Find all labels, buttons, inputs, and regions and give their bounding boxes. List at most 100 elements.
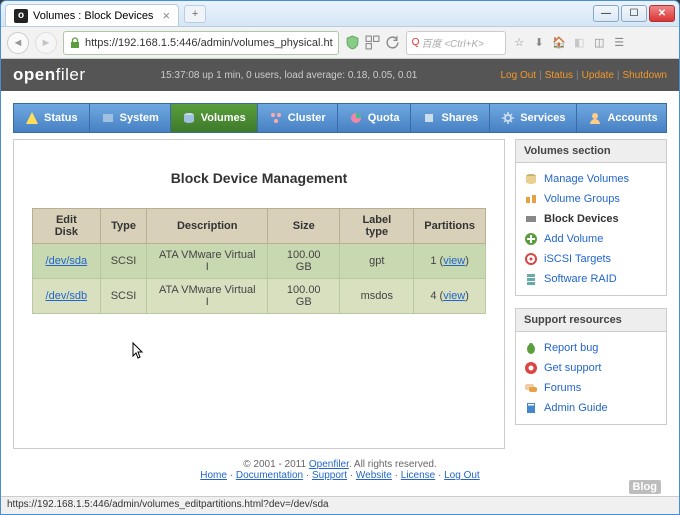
browser-titlebar: o Volumes : Block Devices × + — ☐ ✕ (1, 1, 679, 27)
volumes-icon (182, 111, 196, 125)
main-nav: Status System Volumes Cluster Quota Shar… (13, 103, 667, 133)
tab-title: Volumes : Block Devices (33, 10, 153, 22)
qr-icon[interactable] (365, 35, 380, 50)
sidebar-item-manage-volumes[interactable]: Manage Volumes (524, 169, 658, 189)
tab-quota[interactable]: Quota (338, 104, 412, 132)
col-size: Size (268, 209, 340, 244)
sidebar-item-iscsi-targets[interactable]: iSCSI Targets (524, 249, 658, 269)
footer-website-link[interactable]: Website (356, 470, 392, 481)
forums-icon (524, 381, 538, 395)
footer-license-link[interactable]: License (401, 470, 435, 481)
status-bar: https://192.168.1.5:446/admin/volumes_ed… (1, 496, 679, 514)
bug-icon (524, 341, 538, 355)
block-devices-table: Edit Disk Type Description Size Label ty… (32, 208, 486, 314)
download-icon[interactable]: ⬇ (532, 35, 547, 50)
sidebar-item-software-raid[interactable]: Software RAID (524, 269, 658, 289)
disk-link[interactable]: /dev/sdb (46, 290, 88, 302)
status-icon (25, 111, 39, 125)
header-links: Log Out| Status| Update| Shutdown (500, 70, 667, 81)
search-provider-icon: Q (412, 37, 420, 48)
search-box[interactable]: Q 百度 <Ctrl+K> (406, 31, 506, 55)
sidebar-item-block-devices[interactable]: Block Devices (524, 209, 658, 229)
view-link[interactable]: view (443, 290, 465, 302)
volumes-icon (524, 172, 538, 186)
tab-cluster[interactable]: Cluster (258, 104, 338, 132)
star-icon[interactable]: ☆ (512, 35, 527, 50)
sidebar-item-get-support[interactable]: Get support (524, 358, 658, 378)
block-icon (524, 212, 538, 226)
search-placeholder: 百度 <Ctrl+K> (421, 35, 484, 50)
box-title: Volumes section (516, 140, 666, 163)
new-tab-button[interactable]: + (184, 5, 206, 23)
sidebar-item-forums[interactable]: Forums (524, 378, 658, 398)
uptime-status: 15:37:08 up 1 min, 0 users, load average… (161, 70, 418, 81)
minimize-button[interactable]: — (593, 5, 619, 22)
volumes-section-box: Volumes section Manage Volumes Volume Gr… (515, 139, 667, 296)
accounts-icon (588, 111, 602, 125)
refresh-icon[interactable] (385, 35, 400, 50)
shutdown-link[interactable]: Shutdown (623, 70, 667, 81)
menu-icon[interactable]: ☰ (612, 35, 627, 50)
app-header: openfiler 15:37:08 up 1 min, 0 users, lo… (1, 59, 679, 91)
tab-accounts[interactable]: Accounts (577, 104, 668, 132)
update-link[interactable]: Update (582, 70, 614, 81)
col-description: Description (147, 209, 268, 244)
sidebar-item-report-bug[interactable]: Report bug (524, 338, 658, 358)
page-title: Block Device Management (32, 170, 486, 186)
services-icon (501, 111, 515, 125)
tab-services[interactable]: Services (490, 104, 577, 132)
url-field[interactable]: https://192.168.1.5:446/admin/volumes_ph… (63, 31, 339, 55)
raid-icon (524, 272, 538, 286)
footer-support-link[interactable]: Support (312, 470, 347, 481)
add-icon (524, 232, 538, 246)
quota-icon (349, 111, 363, 125)
box-title: Support resources (516, 309, 666, 332)
col-type: Type (100, 209, 147, 244)
iscsi-icon (524, 252, 538, 266)
sidebar-item-volume-groups[interactable]: Volume Groups (524, 189, 658, 209)
tab-shares[interactable]: Shares (411, 104, 490, 132)
browser-tab[interactable]: o Volumes : Block Devices × (5, 4, 179, 26)
status-link[interactable]: Status (545, 70, 573, 81)
footer-openfiler-link[interactable]: Openfiler (309, 459, 349, 470)
view-link[interactable]: view (443, 255, 465, 267)
system-icon (101, 111, 115, 125)
footer-home-link[interactable]: Home (200, 470, 227, 481)
book-icon (524, 401, 538, 415)
support-icon (524, 361, 538, 375)
shield-icon[interactable] (345, 35, 360, 50)
table-row: /dev/sdb SCSI ATA VMware Virtual I 100.0… (33, 279, 486, 314)
table-header-row: Edit Disk Type Description Size Label ty… (33, 209, 486, 244)
tab-volumes[interactable]: Volumes (171, 104, 258, 132)
watermark: 51CTO.com 技术博客 Blog (539, 452, 661, 494)
tab-system[interactable]: System (90, 104, 171, 132)
favicon: o (14, 9, 28, 23)
groups-icon (524, 192, 538, 206)
col-partitions: Partitions (414, 209, 486, 244)
table-row: /dev/sda SCSI ATA VMware Virtual I 100.0… (33, 244, 486, 279)
footer-logout-link[interactable]: Log Out (444, 470, 480, 481)
home-icon[interactable]: 🏠 (552, 35, 567, 50)
footer-docs-link[interactable]: Documentation (236, 470, 303, 481)
back-button[interactable]: ◄ (7, 32, 29, 54)
status-url: https://192.168.1.5:446/admin/volumes_ed… (7, 499, 329, 510)
disk-link[interactable]: /dev/sda (46, 255, 88, 267)
maximize-button[interactable]: ☐ (621, 5, 647, 22)
close-tab-icon[interactable]: × (162, 8, 170, 23)
tab-status[interactable]: Status (14, 104, 90, 132)
feed-icon[interactable]: ◧ (572, 35, 587, 50)
sidebar-item-add-volume[interactable]: Add Volume (524, 229, 658, 249)
address-bar: ◄ ► https://192.168.1.5:446/admin/volume… (1, 27, 679, 59)
window-icon[interactable]: ◫ (592, 35, 607, 50)
support-box: Support resources Report bug Get support… (515, 308, 667, 425)
lock-icon (69, 37, 81, 49)
cluster-icon (269, 111, 283, 125)
close-window-button[interactable]: ✕ (649, 5, 675, 22)
logo: openfiler (13, 65, 86, 85)
shares-icon (422, 111, 436, 125)
logout-link[interactable]: Log Out (500, 70, 536, 81)
forward-button[interactable]: ► (35, 32, 57, 54)
url-text: https://192.168.1.5:446/admin/volumes_ph… (85, 37, 333, 49)
main-panel: Block Device Management Edit Disk Type D… (13, 139, 505, 449)
sidebar-item-admin-guide[interactable]: Admin Guide (524, 398, 658, 418)
